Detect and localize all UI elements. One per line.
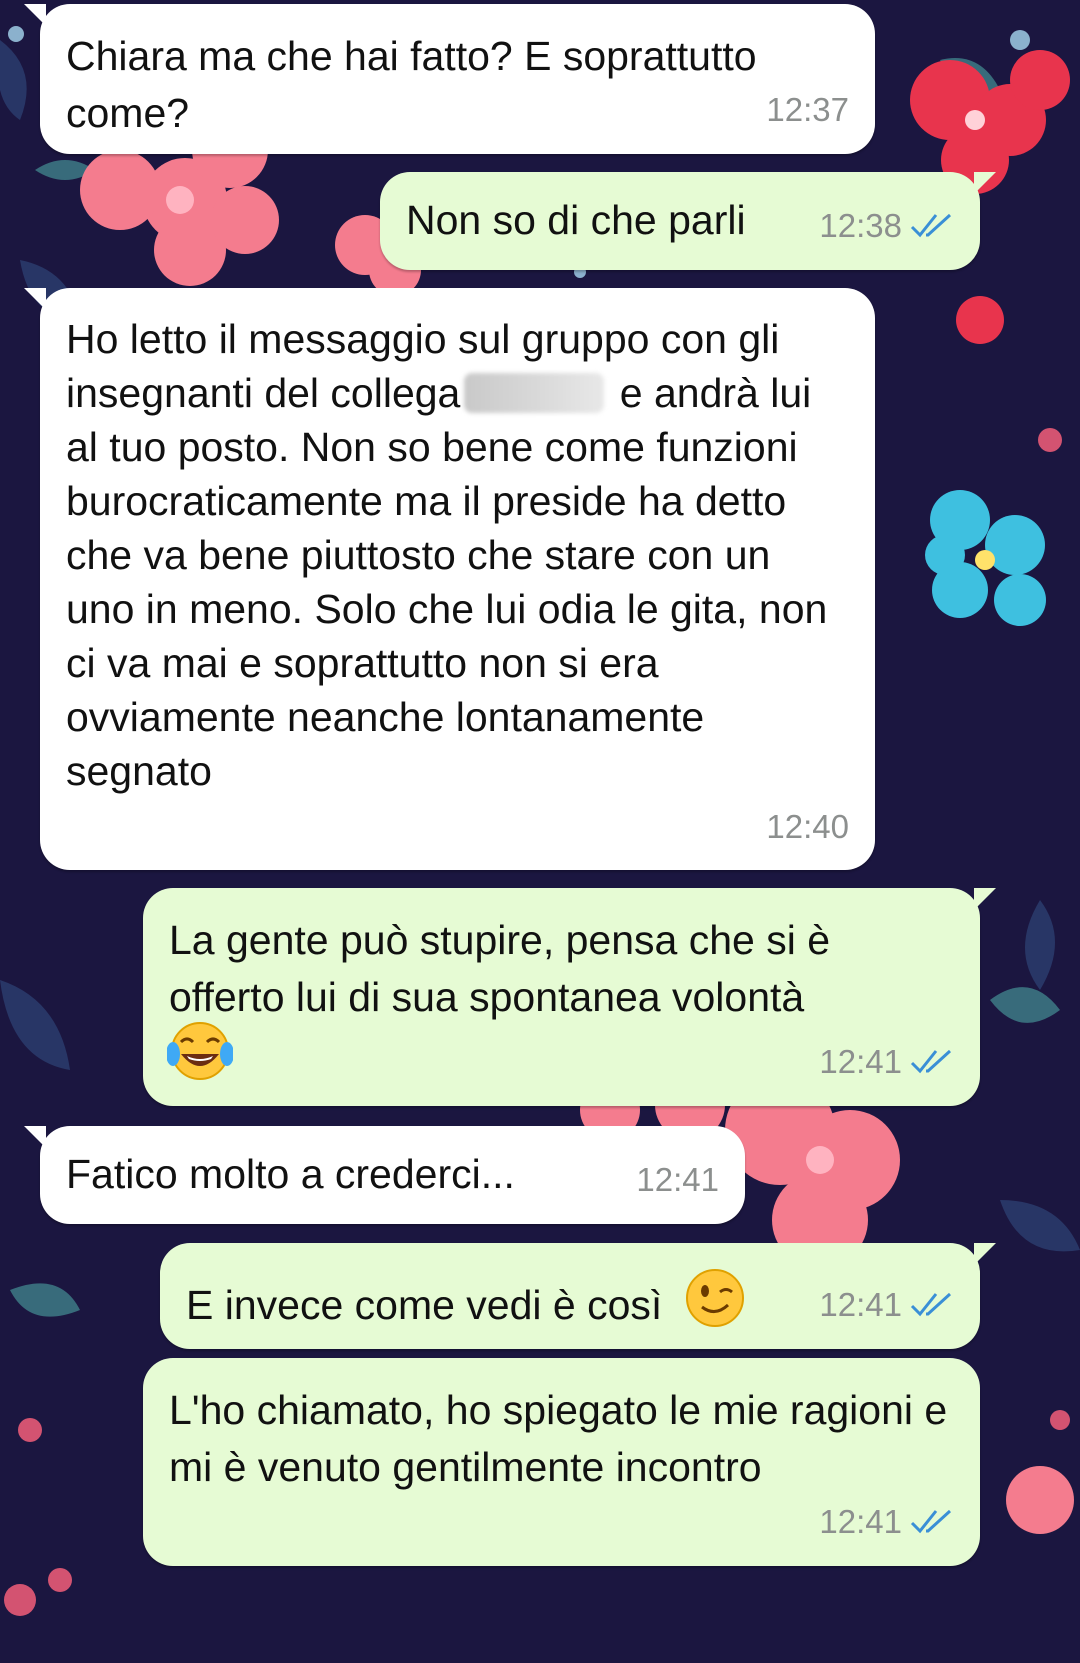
message-time: 12:41 bbox=[819, 1286, 902, 1323]
face-with-tears-of-joy-icon bbox=[167, 1022, 233, 1080]
message-text: Fatico molto a crederci... bbox=[66, 1151, 515, 1197]
message-time: 12:38 bbox=[819, 207, 902, 244]
message-meta: 12:41 bbox=[819, 1493, 954, 1550]
message-meta: 12:37 bbox=[766, 81, 849, 138]
message-text: E invece come vedi è così bbox=[186, 1282, 663, 1328]
message-text: Ho letto il messaggio sul gruppo con gli… bbox=[66, 312, 847, 798]
message-bubble-outgoing[interactable]: La gente può stupire, pensa che si è off… bbox=[143, 888, 996, 1106]
message-text: La gente può stupire, pensa che si è off… bbox=[169, 917, 831, 1020]
message-time: 12:41 bbox=[819, 1043, 902, 1080]
message-time: 12:41 bbox=[819, 1503, 902, 1540]
double-check-read-icon bbox=[910, 1292, 952, 1316]
message-time: 12:37 bbox=[766, 91, 849, 128]
message-bubble-incoming[interactable]: Ho letto il messaggio sul gruppo con gli… bbox=[24, 288, 875, 870]
message-meta: 12:40 bbox=[766, 800, 849, 854]
double-check-read-icon bbox=[910, 1509, 952, 1533]
message-time: 12:41 bbox=[636, 1161, 719, 1198]
redacted-name bbox=[464, 373, 605, 413]
message-bubble-outgoing[interactable]: Non so di che parli 12:38 bbox=[380, 172, 996, 270]
message-text: Chiara ma che hai fatto? E soprattutto c… bbox=[66, 33, 757, 136]
message-text-part: e andrà lui al tuo posto. Non so bene co… bbox=[66, 370, 828, 794]
double-check-read-icon bbox=[910, 213, 952, 237]
message-time: 12:40 bbox=[766, 808, 849, 845]
message-bubble-incoming[interactable]: Chiara ma che hai fatto? E soprattutto c… bbox=[24, 4, 875, 154]
message-bubble-outgoing[interactable]: L'ho chiamato, ho spiegato le mie ragion… bbox=[143, 1358, 980, 1566]
message-text: L'ho chiamato, ho spiegato le mie ragion… bbox=[169, 1387, 948, 1490]
message-bubble-incoming[interactable]: Fatico molto a crederci... 12:41 bbox=[24, 1126, 745, 1224]
double-check-read-icon bbox=[910, 1049, 952, 1073]
message-bubble-outgoing[interactable]: E invece come vedi è così 12:41 bbox=[160, 1243, 996, 1349]
message-meta: 12:41 bbox=[819, 1276, 954, 1333]
message-meta: 12:38 bbox=[819, 197, 954, 254]
message-meta: 12:41 bbox=[819, 1033, 954, 1090]
message-meta: 12:41 bbox=[636, 1151, 719, 1208]
winking-face-icon bbox=[685, 1269, 744, 1327]
